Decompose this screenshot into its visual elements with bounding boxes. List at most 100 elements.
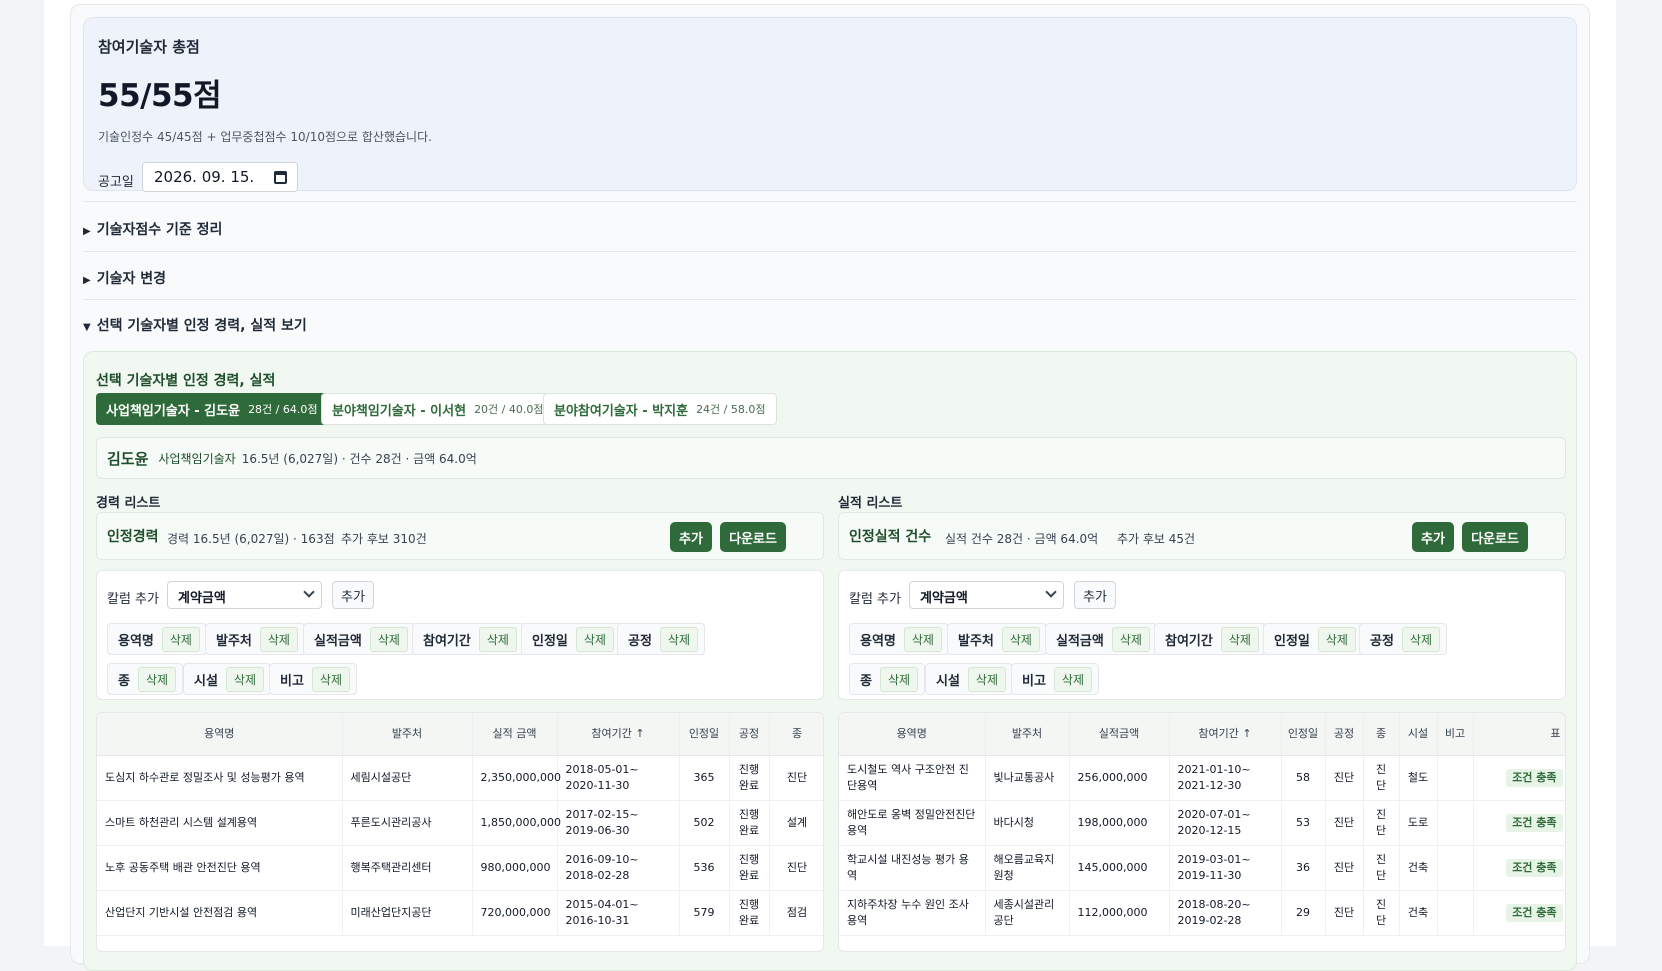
column-add-label: 칼럼 추가 xyxy=(107,592,159,607)
score-description: 기술인정수 45/45점 + 업무중첩점수 10/10점으로 합산했습니다. xyxy=(98,130,432,144)
column-header[interactable]: 실적 금액 xyxy=(472,713,558,756)
column-header[interactable]: 비고 xyxy=(1437,713,1474,756)
column-header[interactable]: 인정일 xyxy=(679,713,730,756)
calendar-icon[interactable] xyxy=(274,171,287,184)
divider xyxy=(83,299,1577,300)
announce-date-input[interactable]: 2026. 09. 15. xyxy=(142,162,298,192)
chip-delete-button[interactable]: 삭제 xyxy=(575,626,614,652)
chip-delete-button[interactable]: 삭제 xyxy=(225,666,265,692)
record-table: 용역명 발주처 실적금액 참여기간 ↑ 인정일 공정 종 시설 비고 표 도시철… xyxy=(838,712,1566,952)
chip-delete-button[interactable]: 삭제 xyxy=(1401,626,1441,652)
engineer-role: 사업책임기술자 xyxy=(158,451,236,466)
column-chip: 실적금액 삭제 xyxy=(303,623,415,655)
table-row[interactable]: 도시철도 역사 구조안전 진단용역 빛나교통공사 256,000,000 2021-0… xyxy=(839,755,1565,801)
engineer-detail-title: 선택 기술자별 인정 경력, 실적 xyxy=(96,373,276,389)
chip-delete-button[interactable]: 삭제 xyxy=(1220,626,1259,652)
section-toggle-score-criteria[interactable]: ▶ 기술자점수 기준 정리 xyxy=(83,219,222,239)
chip-delete-button[interactable]: 삭제 xyxy=(259,626,298,652)
column-chip: 공정 삭제 xyxy=(617,623,706,655)
career-column-select[interactable]: 계약금액 xyxy=(167,581,322,609)
table-header-row: 용역명 발주처 실적금액 참여기간 ↑ 인정일 공정 종 시설 비고 표 xyxy=(839,713,1565,756)
chip-delete-button[interactable]: 삭제 xyxy=(311,666,351,692)
section-toggle-engineer-details[interactable]: ▼ 선택 기술자별 인정 경력, 실적 보기 xyxy=(83,315,307,335)
career-column-add-button[interactable]: 추가 xyxy=(332,581,374,609)
career-download-button[interactable]: 다운로드 xyxy=(720,522,786,552)
score-summary-panel: 참여기술자 총점 55/55점 기술인정수 45/45점 + 업무중첩점수 10… xyxy=(83,17,1577,192)
career-extra: 추가 후보 310건 xyxy=(341,532,427,546)
table-row[interactable]: 학교시설 내진성능 평가 용역 해오름교육지원청 145,000,000 2019-0… xyxy=(839,845,1565,891)
tab-project-lead-engineer[interactable]: 사업책임기술자 - 김도윤 28건 / 64.0점 xyxy=(96,393,328,425)
column-header[interactable]: 발주처 xyxy=(985,713,1070,756)
column-chip: 인정일 삭제 xyxy=(521,623,621,655)
record-add-button[interactable]: 추가 xyxy=(1412,522,1454,552)
column-header[interactable]: 실적금액 xyxy=(1069,713,1170,756)
table-row[interactable]: 지하주차장 누수 원인 조사 용역 세종시설관리공단 112,000,000 2018… xyxy=(839,890,1565,936)
chip-delete-button[interactable]: 삭제 xyxy=(659,626,699,652)
column-chip: 용역명 삭제 xyxy=(107,623,207,655)
chip-delete-button[interactable]: 삭제 xyxy=(369,626,408,652)
column-header-sorted[interactable]: 참여기간 ↑ xyxy=(1169,713,1282,756)
column-chip: 참여기간 삭제 xyxy=(1154,623,1266,655)
career-table: 용역명 발주처 실적 금액 참여기간 ↑ 인정일 공정 종 도심지 하수관로 정… xyxy=(96,712,824,952)
table-header-row: 용역명 발주처 실적 금액 참여기간 ↑ 인정일 공정 종 xyxy=(97,713,823,756)
column-chip: 공정 삭제 xyxy=(1359,623,1448,655)
record-column-add-button[interactable]: 추가 xyxy=(1074,581,1116,609)
selected-engineer-summary: 김도윤 사업책임기술자 16.5년 (6,027일) · 건수 28건 · 금액… xyxy=(96,437,1566,479)
column-header[interactable]: 공정 xyxy=(1325,713,1364,756)
column-chip: 비고 삭제 xyxy=(1011,663,1100,695)
score-value: 55/55점 xyxy=(98,78,222,114)
table-row[interactable]: 스마트 하천관리 시스템 설계용역 푸른도시관리공사 1,850,000,000 20… xyxy=(97,800,823,846)
table-row[interactable]: 산업단지 기반시설 안전점검 용역 미래산업단지공단 720,000,000 2015… xyxy=(97,890,823,936)
column-header[interactable]: 용역명 xyxy=(97,713,343,756)
table-row[interactable]: 도심지 하수관로 정밀조사 및 성능평가 용역 세림시설공단 2,350,000,0… xyxy=(97,755,823,801)
condition-met-badge: 조건 충족 xyxy=(1506,858,1563,877)
chip-delete-button[interactable]: 삭제 xyxy=(967,666,1007,692)
column-chip: 발주처 삭제 xyxy=(205,623,305,655)
column-header-sorted[interactable]: 참여기간 ↑ xyxy=(557,713,680,756)
triangle-right-icon: ▶ xyxy=(83,226,91,237)
chevron-down-icon xyxy=(1045,586,1057,598)
record-column-select[interactable]: 계약금액 xyxy=(909,581,1064,609)
tab-field-participant-engineer[interactable]: 분야참여기술자 - 박지훈 24건 / 58.0점 xyxy=(543,393,777,425)
column-chip: 비고 삭제 xyxy=(269,663,358,695)
column-chip: 시설 삭제 xyxy=(925,663,1014,695)
divider xyxy=(83,201,1577,202)
chevron-down-icon xyxy=(303,586,315,598)
column-header[interactable]: 용역명 xyxy=(839,713,986,756)
chip-delete-button[interactable]: 삭제 xyxy=(1111,626,1150,652)
chip-delete-button[interactable]: 삭제 xyxy=(161,626,200,652)
column-header[interactable]: 표 xyxy=(1473,713,1565,756)
record-download-button[interactable]: 다운로드 xyxy=(1462,522,1528,552)
chip-delete-button[interactable]: 삭제 xyxy=(1317,626,1356,652)
engineer-detail-panel: 선택 기술자별 인정 경력, 실적 사업책임기술자 - 김도윤 28건 / 64.… xyxy=(83,351,1577,971)
column-header[interactable]: 시설 xyxy=(1399,713,1438,756)
record-summary-bar: 인정실적 건수 실적 건수 28건 · 금액 64.0억 추가 후보 45건 추… xyxy=(838,512,1566,560)
chip-delete-button[interactable]: 삭제 xyxy=(903,626,942,652)
career-add-button[interactable]: 추가 xyxy=(670,522,712,552)
record-label: 인정실적 건수 xyxy=(849,529,932,545)
chip-delete-button[interactable]: 삭제 xyxy=(879,666,919,692)
section-toggle-engineer-change[interactable]: ▶ 기술자 변경 xyxy=(83,268,166,288)
column-header[interactable]: 종 xyxy=(1363,713,1400,756)
column-header[interactable]: 인정일 xyxy=(1281,713,1326,756)
column-header[interactable]: 공정 xyxy=(729,713,770,756)
chip-delete-button[interactable]: 삭제 xyxy=(1053,666,1093,692)
chip-delete-button[interactable]: 삭제 xyxy=(137,666,177,692)
table-row[interactable]: 노후 공동주택 배관 안전진단 용역 행복주택관리센터 980,000,000 201… xyxy=(97,845,823,891)
column-add-label: 칼럼 추가 xyxy=(849,592,901,607)
divider xyxy=(83,251,1577,252)
table-row[interactable]: 해안도로 옹벽 정밀안전진단 용역 바다시청 198,000,000 2020-07-… xyxy=(839,800,1565,846)
career-label: 인정경력 xyxy=(107,529,159,545)
column-chip: 종 삭제 xyxy=(107,663,184,695)
record-extra: 추가 후보 45건 xyxy=(1117,532,1196,546)
condition-met-badge: 조건 충족 xyxy=(1506,768,1563,787)
announce-date-label: 공고일 xyxy=(98,175,134,190)
chip-delete-button[interactable]: 삭제 xyxy=(478,626,517,652)
tab-field-lead-engineer[interactable]: 분야책임기술자 - 이서현 20건 / 40.0점 xyxy=(321,393,555,425)
column-header[interactable]: 종 xyxy=(769,713,823,756)
chip-delete-button[interactable]: 삭제 xyxy=(1001,626,1040,652)
career-summary-bar: 인정경력 경력 16.5년 (6,027일) · 163점 추가 후보 310건… xyxy=(96,512,824,560)
column-header[interactable]: 발주처 xyxy=(342,713,473,756)
page: 참여기술자 총점 55/55점 기술인정수 45/45점 + 업무중첩점수 10… xyxy=(44,0,1616,971)
record-column-manager: 칼럼 추가 계약금액 추가 용역명 삭제 발주처 삭제 실적금액 삭제 참여기간 삭제 … xyxy=(838,570,1566,700)
